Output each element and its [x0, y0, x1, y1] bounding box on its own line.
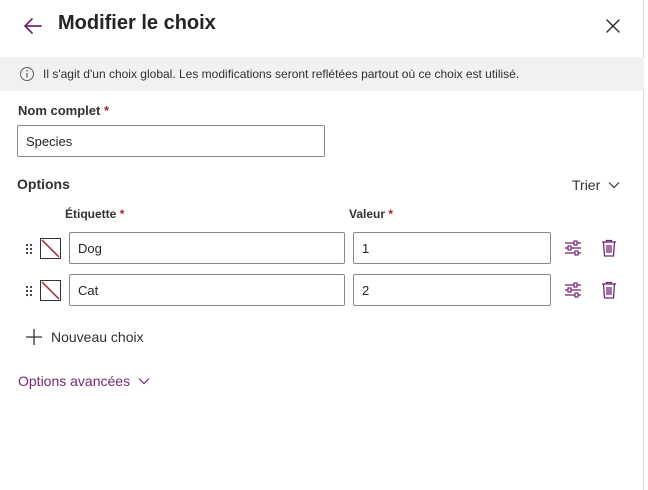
- chevron-down-icon: [138, 378, 150, 385]
- color-swatch-button[interactable]: [40, 238, 61, 259]
- value-column-header: Valeur *: [349, 207, 393, 221]
- trash-icon: [602, 239, 616, 257]
- no-color-swatch-icon: [41, 239, 60, 258]
- new-choice-button[interactable]: Nouveau choix: [25, 326, 144, 348]
- plus-icon: [26, 329, 42, 345]
- option-delete-button[interactable]: [599, 280, 619, 300]
- close-button[interactable]: [601, 14, 625, 38]
- value-column-header-text: Valeur: [349, 207, 386, 221]
- chevron-down-icon: [608, 182, 620, 189]
- no-color-swatch-icon: [41, 281, 60, 300]
- options-section-title: Options: [17, 176, 70, 192]
- global-choice-info-bar: Il s'agit d'un choix global. Les modific…: [0, 57, 644, 91]
- settings-sliders-icon: [565, 282, 581, 298]
- settings-sliders-icon: [565, 240, 581, 256]
- drag-handle-icon[interactable]: [24, 242, 34, 256]
- advanced-options-toggle[interactable]: Options avancées: [18, 371, 150, 391]
- info-message: Il s'agit d'un choix global. Les modific…: [43, 67, 520, 81]
- panel-header: Modifier le choix: [0, 0, 644, 52]
- label-column-header-text: Étiquette: [65, 207, 117, 221]
- sort-button[interactable]: Trier: [572, 175, 620, 195]
- option-label-input[interactable]: [69, 232, 345, 264]
- color-swatch-button[interactable]: [40, 280, 61, 301]
- panel-title: Modifier le choix: [58, 12, 216, 34]
- trash-icon: [602, 281, 616, 299]
- option-settings-button[interactable]: [563, 238, 583, 258]
- option-value-input[interactable]: [353, 274, 551, 306]
- display-name-label: Nom complet *: [18, 103, 109, 118]
- required-mark: *: [103, 103, 110, 118]
- drag-handle-icon[interactable]: [24, 284, 34, 298]
- back-arrow-icon: [24, 18, 42, 34]
- close-icon: [606, 19, 620, 33]
- new-choice-label: Nouveau choix: [51, 329, 144, 345]
- back-button[interactable]: [20, 13, 46, 39]
- label-column-header: Étiquette *: [65, 207, 124, 221]
- required-mark: *: [388, 207, 394, 221]
- option-value-input[interactable]: [353, 232, 551, 264]
- advanced-options-label: Options avancées: [18, 373, 131, 389]
- option-settings-button[interactable]: [563, 280, 583, 300]
- option-delete-button[interactable]: [599, 238, 619, 258]
- info-icon: [20, 67, 34, 81]
- display-name-input[interactable]: [17, 125, 325, 157]
- option-label-input[interactable]: [69, 274, 345, 306]
- required-mark: *: [119, 207, 125, 221]
- display-name-label-text: Nom complet: [18, 103, 101, 118]
- sort-label: Trier: [572, 177, 601, 193]
- edit-choice-panel: Modifier le choix Il s'agit d'un choix g…: [0, 0, 644, 490]
